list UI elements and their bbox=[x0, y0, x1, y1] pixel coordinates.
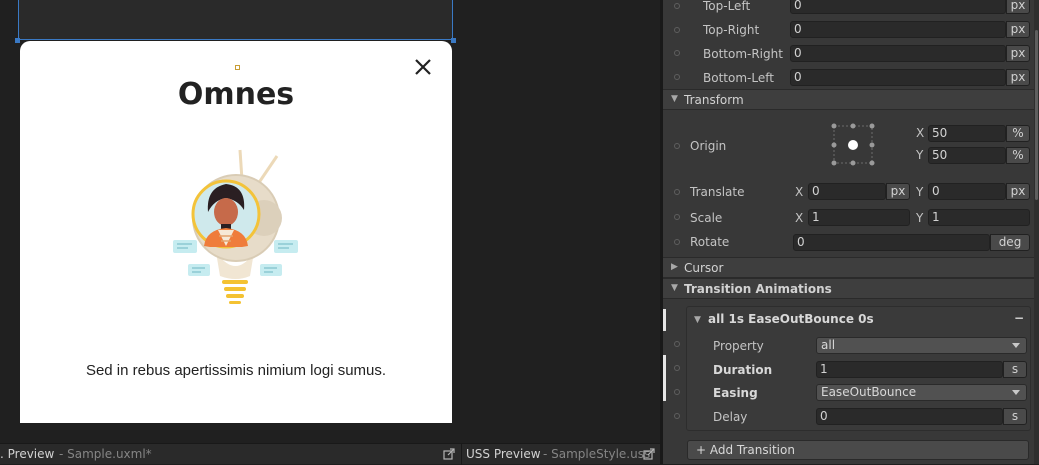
card-title: Omnes bbox=[177, 77, 295, 112]
astronaut-lightbulb-illustration bbox=[173, 149, 298, 304]
scale-y-field[interactable]: 1 bbox=[928, 209, 1030, 226]
scale-label: Scale bbox=[690, 211, 723, 225]
tab-uxml-preview[interactable]: . Preview bbox=[0, 447, 54, 461]
bottom-right-field[interactable]: 0 bbox=[790, 45, 1006, 62]
scale-x-field[interactable]: 1 bbox=[808, 209, 910, 226]
transform-section-header[interactable]: ▼ Transform bbox=[663, 89, 1037, 110]
add-transition-button[interactable]: + Add Transition bbox=[687, 440, 1029, 460]
transition-item-header[interactable]: all 1s EaseOutBounce 0s bbox=[708, 312, 874, 326]
tab-uss-file: - SampleStyle.uss bbox=[543, 447, 651, 461]
duration-label: Duration bbox=[713, 363, 773, 377]
origin-y-unit[interactable]: % bbox=[1006, 147, 1030, 164]
translate-label: Translate bbox=[690, 185, 745, 199]
bottom-right-unit[interactable]: px bbox=[1006, 45, 1030, 62]
cursor-header-label: Cursor bbox=[684, 261, 724, 275]
override-indicator[interactable] bbox=[674, 341, 680, 347]
easing-value: EaseOutBounce bbox=[821, 385, 917, 399]
override-bar bbox=[663, 355, 666, 401]
origin-x-field[interactable]: 50 bbox=[928, 125, 1006, 142]
scale-x-axis-label: X bbox=[795, 211, 804, 225]
resize-handle-bottom-right[interactable] bbox=[451, 38, 456, 43]
resize-handle-bottom-left[interactable] bbox=[15, 38, 20, 43]
add-transition-label: + Add Transition bbox=[696, 443, 795, 457]
tab-separator bbox=[461, 444, 462, 465]
origin-label: Origin bbox=[690, 139, 727, 153]
property-value: all bbox=[821, 338, 836, 352]
override-indicator[interactable] bbox=[674, 74, 680, 80]
selected-element-outline[interactable] bbox=[18, 0, 453, 40]
bottom-left-field[interactable]: 0 bbox=[790, 69, 1006, 86]
translate-x-unit[interactable]: px bbox=[886, 183, 910, 200]
bottom-left-label: Bottom-Left bbox=[703, 71, 774, 85]
transform-header-label: Transform bbox=[684, 93, 744, 107]
expand-down-icon: ▼ bbox=[671, 94, 678, 104]
top-left-unit[interactable]: px bbox=[1006, 0, 1030, 14]
transition-animations-header-label: Transition Animations bbox=[684, 282, 832, 296]
chevron-down-icon bbox=[1012, 343, 1020, 348]
easing-dropdown[interactable]: EaseOutBounce bbox=[816, 384, 1027, 401]
duration-field[interactable]: 1 bbox=[816, 361, 1003, 378]
easing-label: Easing bbox=[713, 386, 758, 400]
origin-x-axis-label: X bbox=[916, 126, 925, 140]
translate-y-axis-label: Y bbox=[916, 185, 924, 199]
override-indicator[interactable] bbox=[674, 189, 680, 195]
remove-transition-button[interactable]: − bbox=[1014, 311, 1024, 325]
rotate-unit[interactable]: deg bbox=[990, 234, 1030, 251]
origin-picker-icon[interactable] bbox=[830, 122, 878, 168]
origin-y-axis-label: Y bbox=[916, 148, 924, 162]
override-bar bbox=[663, 309, 666, 331]
close-icon[interactable] bbox=[412, 56, 434, 78]
scale-y-axis-label: Y bbox=[916, 211, 924, 225]
preview-tab-bar: . Preview - Sample.uxml* USS Preview - S… bbox=[0, 443, 662, 465]
override-indicator[interactable] bbox=[674, 50, 680, 56]
delay-unit[interactable]: s bbox=[1003, 408, 1027, 425]
expand-right-icon: ▶ bbox=[671, 262, 678, 272]
property-dropdown[interactable]: all bbox=[816, 337, 1027, 354]
origin-x-unit[interactable]: % bbox=[1006, 125, 1030, 142]
override-indicator[interactable] bbox=[674, 27, 680, 33]
card-text: Sed in rebus apertissimis nimium logi su… bbox=[85, 362, 387, 379]
override-indicator[interactable] bbox=[674, 3, 680, 9]
translate-y-unit[interactable]: px bbox=[1006, 183, 1030, 200]
expand-down-icon: ▼ bbox=[671, 283, 678, 293]
override-indicator[interactable] bbox=[674, 214, 680, 220]
top-right-unit[interactable]: px bbox=[1006, 21, 1030, 38]
top-right-label: Top-Right bbox=[703, 23, 760, 37]
rotate-label: Rotate bbox=[690, 235, 730, 249]
override-indicator[interactable] bbox=[674, 413, 680, 419]
origin-marker bbox=[235, 65, 240, 70]
open-external-icon[interactable] bbox=[443, 448, 455, 460]
translate-x-axis-label: X bbox=[795, 185, 804, 199]
bottom-right-label: Bottom-Right bbox=[703, 47, 783, 61]
style-inspector: Top-Left 0 px Top-Right 0 px Bottom-Righ… bbox=[663, 0, 1039, 464]
delay-label: Delay bbox=[713, 410, 748, 424]
cursor-section-header[interactable]: ▶ Cursor bbox=[663, 257, 1037, 278]
delay-field[interactable]: 0 bbox=[816, 408, 1003, 425]
bottom-left-unit[interactable]: px bbox=[1006, 69, 1030, 86]
expand-down-icon[interactable]: ▼ bbox=[694, 315, 701, 325]
tab-uss-preview[interactable]: USS Preview bbox=[466, 447, 541, 461]
override-indicator[interactable] bbox=[674, 365, 680, 371]
override-indicator[interactable] bbox=[674, 143, 680, 149]
translate-y-field[interactable]: 0 bbox=[928, 183, 1006, 200]
tab-uxml-file: - Sample.uxml* bbox=[59, 447, 152, 461]
rotate-field[interactable]: 0 bbox=[793, 234, 990, 251]
scrollbar-thumb[interactable] bbox=[1035, 30, 1038, 200]
override-indicator[interactable] bbox=[674, 239, 680, 245]
open-external-icon[interactable] bbox=[643, 448, 655, 460]
top-left-label: Top-Left bbox=[703, 0, 751, 13]
property-label: Property bbox=[713, 339, 764, 353]
preview-canvas[interactable]: Omnes Sed in rebus apertissimis nimium l… bbox=[0, 0, 660, 443]
transition-animations-section-header[interactable]: ▼ Transition Animations bbox=[663, 278, 1037, 299]
override-indicator[interactable] bbox=[674, 389, 680, 395]
top-right-field[interactable]: 0 bbox=[790, 21, 1006, 38]
duration-unit[interactable]: s bbox=[1003, 361, 1027, 378]
translate-x-field[interactable]: 0 bbox=[808, 183, 886, 200]
top-left-field[interactable]: 0 bbox=[790, 0, 1006, 14]
origin-y-field[interactable]: 50 bbox=[928, 147, 1006, 164]
chevron-down-icon bbox=[1012, 390, 1020, 395]
